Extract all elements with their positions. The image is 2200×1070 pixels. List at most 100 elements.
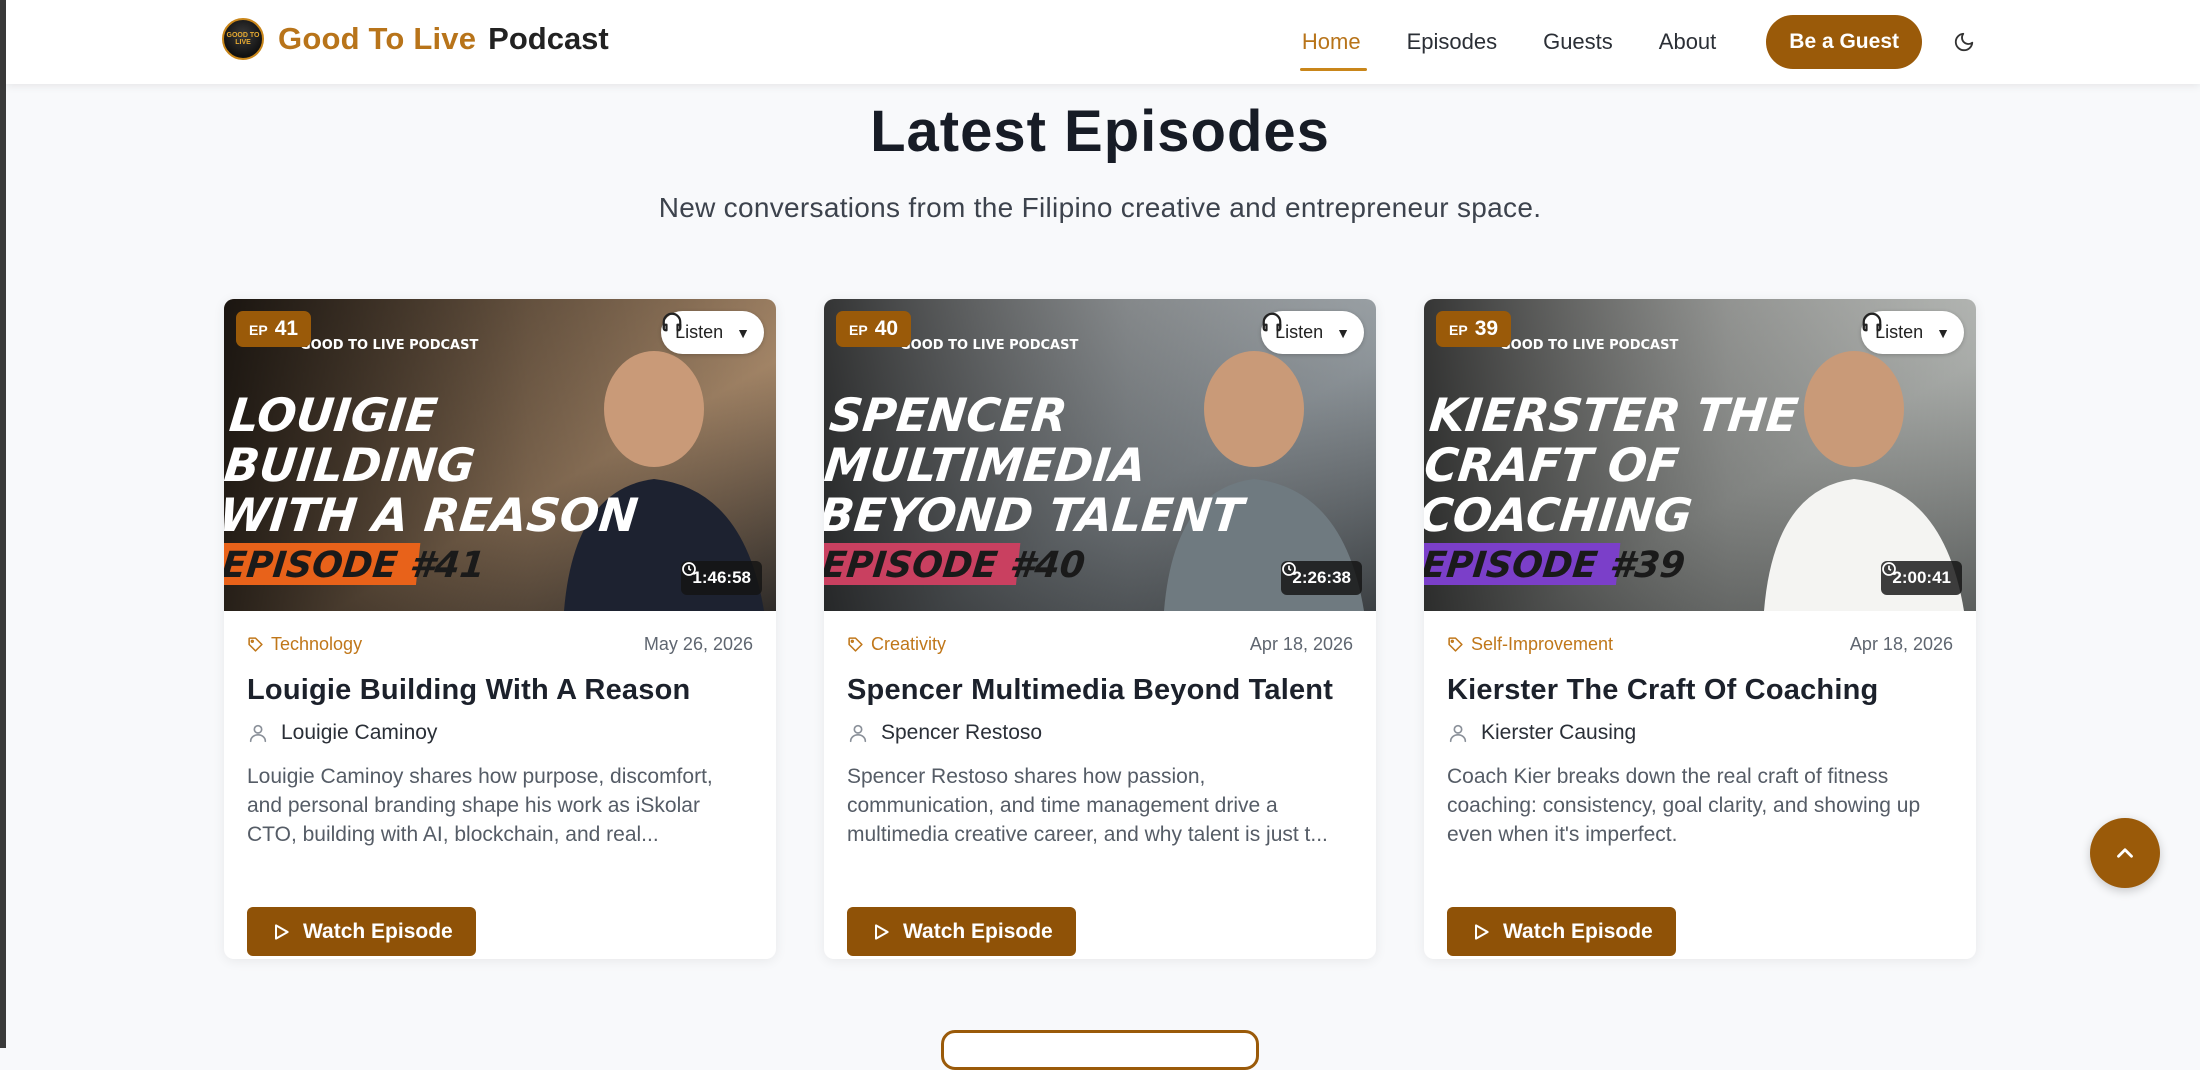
episode-date: May 26, 2026 [643, 633, 753, 654]
watch-episode-button[interactable]: Watch Episode [1447, 907, 1676, 956]
thumb-line-2: MULTIMEDIA [824, 438, 1149, 492]
tag-icon [848, 636, 863, 652]
clock-icon [1882, 562, 1897, 576]
section-subtitle: New conversations from the Filipino crea… [658, 192, 1542, 223]
main-nav: Home Episodes Guests About Be a Guest [1299, 0, 2200, 84]
moon-icon [1954, 32, 1974, 52]
thumb-brand: GOOD TO LIVE PODCAST [1500, 338, 1678, 353]
episode-meta: Self-Improvement Apr 18, 2026 [1447, 633, 1953, 655]
episode-card: KIERSTER THE CRAFT OF COACHING EPISODE #… [1424, 299, 1976, 959]
watch-label: Watch Episode [903, 920, 1053, 943]
thumb-line-1: KIERSTER THE [1427, 388, 1801, 442]
duration-text: 1:46:58 [692, 568, 751, 587]
category-tag[interactable]: Self-Improvement [1447, 634, 1613, 655]
guest-name: Kierster Causing [1481, 721, 1637, 744]
ep-number: 41 [274, 317, 299, 340]
duration-badge: 1:46:58 [681, 561, 762, 595]
episode-number-badge: EP 39 [1436, 311, 1512, 347]
guest-name: Spencer Restoso [881, 721, 1043, 744]
be-a-guest-button[interactable]: Be a Guest [1766, 15, 1922, 69]
thumb-line-3: BEYOND TALENT [824, 488, 1249, 542]
episode-title[interactable]: Spencer Multimedia Beyond Talent [847, 674, 1353, 707]
tag-icon [1448, 636, 1463, 652]
nav-home[interactable]: Home [1299, 21, 1367, 71]
caret-down-icon: ▼ [1336, 324, 1350, 341]
guest-row: Spencer Restoso [847, 721, 1353, 745]
category-tag[interactable]: Technology [247, 634, 362, 655]
watch-label: Watch Episode [1503, 920, 1653, 943]
scroll-to-top-button[interactable] [2090, 818, 2160, 888]
thumb-episode-label: EPISODE #39 [1424, 544, 1687, 586]
episode-meta: Creativity Apr 18, 2026 [847, 633, 1353, 655]
view-all-episodes-button[interactable] [941, 1030, 1259, 1070]
caret-down-icon: ▼ [1936, 324, 1950, 341]
episode-thumbnail[interactable]: SPENCER MULTIMEDIA BEYOND TALENT EPISODE… [824, 299, 1376, 611]
thumb-line-1: LOUIGIE [227, 388, 440, 442]
episode-date: Apr 18, 2026 [1249, 633, 1353, 654]
chevron-up-icon [2117, 848, 2133, 858]
ep-number: 40 [874, 317, 899, 340]
podcast-logo: GOOD TO LIVE [222, 18, 264, 60]
play-icon [875, 924, 889, 940]
thumb-line-1: SPENCER [827, 388, 1070, 442]
logo-text: GOOD TO LIVE [226, 32, 260, 46]
category-label: Self-Improvement [1471, 633, 1614, 654]
headphones-icon [1262, 312, 1282, 332]
thumb-episode-label: EPISODE #40 [824, 544, 1087, 586]
brand-name: Good To Live [278, 21, 477, 56]
headphones-icon [662, 312, 682, 332]
thumb-brand: GOOD TO LIVE PODCAST [300, 338, 478, 353]
nav-episodes[interactable]: Episodes [1407, 21, 1498, 63]
episode-date: Apr 18, 2026 [1849, 633, 1953, 654]
site-header: GOOD TO LIVE Good To Live Podcast Home E… [6, 0, 2200, 84]
play-icon [275, 924, 289, 940]
thumb-line-2: BUILDING [224, 438, 478, 492]
category-tag[interactable]: Creativity [847, 634, 946, 655]
episode-card-body: Creativity Apr 18, 2026 Spencer Multimed… [824, 633, 1376, 956]
duration-text: 2:00:41 [1892, 568, 1951, 587]
thumb-line-3: COACHING [1424, 488, 1695, 542]
listen-dropdown-button[interactable]: Listen ▼ [1861, 311, 1964, 354]
user-icon [849, 724, 867, 743]
caret-down-icon: ▼ [736, 324, 750, 341]
thumb-line-3: WITH A REASON [224, 488, 641, 542]
duration-badge: 2:26:38 [1281, 561, 1362, 595]
category-label: Technology [271, 633, 363, 654]
category-label: Creativity [871, 633, 947, 654]
clock-icon [682, 562, 697, 576]
headphones-icon [1862, 312, 1882, 332]
episode-thumbnail[interactable]: KIERSTER THE CRAFT OF COACHING EPISODE #… [1424, 299, 1976, 611]
episode-description: Louigie Caminoy shares how purpose, disc… [247, 765, 713, 846]
episode-meta: Technology May 26, 2026 [247, 633, 753, 655]
user-icon [249, 724, 267, 743]
section-title: Latest Episodes [870, 99, 1330, 164]
episode-number-badge: EP 41 [236, 311, 312, 347]
user-icon [1449, 724, 1467, 743]
guest-name: Louigie Caminoy [281, 721, 438, 744]
episode-thumbnail[interactable]: LOUIGIE BUILDING WITH A REASON EPISODE #… [224, 299, 776, 611]
episode-description: Coach Kier breaks down the real craft of… [1447, 765, 1921, 846]
episode-card-body: Self-Improvement Apr 18, 2026 Kierster T… [1424, 633, 1976, 956]
play-icon [1475, 924, 1489, 940]
watch-episode-button[interactable]: Watch Episode [847, 907, 1076, 956]
brand-suffix: Podcast [488, 21, 609, 56]
theme-toggle-button[interactable] [1952, 30, 1976, 54]
episode-card: LOUIGIE BUILDING WITH A REASON EPISODE #… [224, 299, 776, 959]
watch-episode-button[interactable]: Watch Episode [247, 907, 476, 956]
duration-badge: 2:00:41 [1881, 561, 1962, 595]
brand-logo-link[interactable]: GOOD TO LIVE Good To Live Podcast [222, 18, 609, 60]
ep-label: EP [249, 322, 268, 338]
nav-about[interactable]: About [1659, 21, 1717, 63]
duration-text: 2:26:38 [1292, 568, 1351, 587]
episode-title[interactable]: Louigie Building With A Reason [247, 674, 753, 707]
watch-label: Watch Episode [303, 920, 453, 943]
thumb-line-2: CRAFT OF [1424, 438, 1681, 492]
nav-guests[interactable]: Guests [1543, 21, 1613, 63]
ep-number: 39 [1474, 317, 1499, 340]
listen-dropdown-button[interactable]: Listen ▼ [1261, 311, 1364, 354]
ep-label: EP [849, 322, 868, 338]
episode-title[interactable]: Kierster The Craft Of Coaching [1447, 674, 1953, 707]
episode-card-body: Technology May 26, 2026 Louigie Building… [224, 633, 776, 956]
listen-dropdown-button[interactable]: Listen ▼ [661, 311, 764, 354]
ep-label: EP [1449, 322, 1468, 338]
